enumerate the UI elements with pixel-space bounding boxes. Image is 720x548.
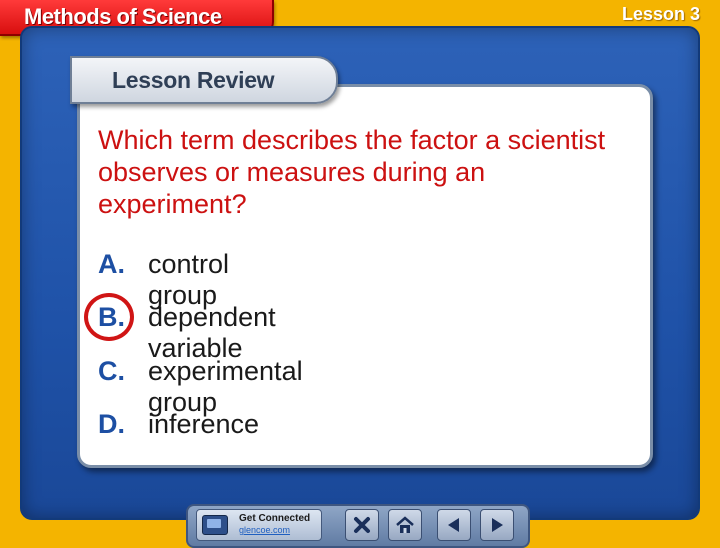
- answer-text: dependent variable: [148, 302, 276, 363]
- back-arrow-icon: [448, 518, 459, 532]
- answer-letter: D.: [98, 409, 125, 439]
- lesson-number: Lesson 3: [621, 4, 700, 24]
- correct-answer-circle: [84, 293, 134, 341]
- answer-text: inference: [148, 409, 260, 439]
- lesson-review-tab: Lesson Review: [70, 56, 338, 104]
- close-button[interactable]: [345, 509, 379, 541]
- get-connected-label: Get Connected: [239, 513, 311, 524]
- back-button[interactable]: [437, 509, 471, 541]
- home-icon: [396, 516, 414, 533]
- answer-letter: A.: [98, 249, 125, 279]
- answer-letter: C.: [98, 356, 125, 386]
- forward-button[interactable]: [480, 509, 514, 541]
- get-connected-url: glencoe.com: [239, 525, 291, 535]
- computer-icon: [202, 515, 228, 535]
- lesson-review-label: Lesson Review: [112, 67, 275, 93]
- home-button[interactable]: [388, 509, 422, 541]
- close-icon: [354, 517, 370, 533]
- question-text: Which term describes the factor a scient…: [98, 125, 606, 219]
- get-connected-button[interactable]: Get Connected glencoe.com: [196, 509, 322, 541]
- forward-arrow-icon: [492, 518, 503, 532]
